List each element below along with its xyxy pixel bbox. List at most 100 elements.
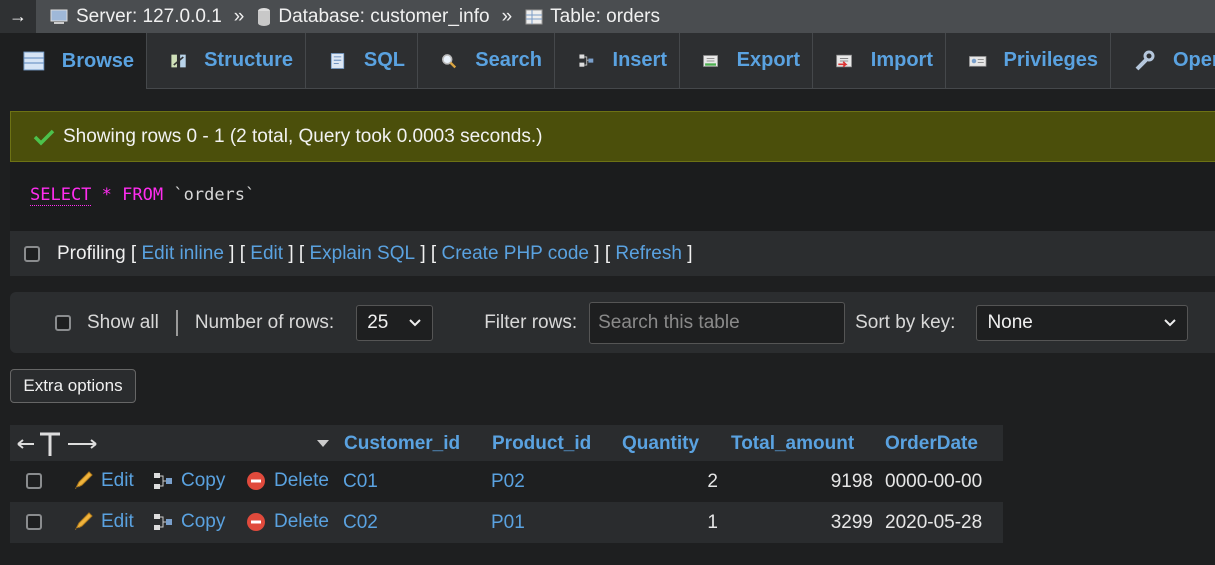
cell-total-amount: 9198 (830, 471, 873, 492)
tab-sql-label: SQL (363, 49, 405, 71)
breadcrumb-separator: » (501, 5, 513, 27)
copy-label: Copy (181, 470, 226, 491)
edit-inline-link[interactable]: Edit inline (142, 243, 224, 265)
table-row: Edit Copy Delete C01 P02 2 9198 0000-00-… (10, 461, 1003, 502)
tab-import[interactable]: Import (813, 33, 946, 88)
tab-browse[interactable]: Browse (0, 33, 147, 89)
tab-structure-label: Structure (204, 49, 293, 71)
browse-icon (23, 51, 45, 71)
copy-button[interactable]: Copy (152, 511, 225, 533)
cell-order-date: 0000-00-00 (885, 471, 983, 492)
refresh-link[interactable]: Refresh (615, 243, 682, 265)
filter-rows-label: Filter rows: (484, 311, 578, 333)
profiling-checkbox[interactable] (24, 245, 40, 262)
tab-operations-label: Opera (1173, 49, 1215, 71)
success-message: Showing rows 0 - 1 (2 total, Query took … (10, 111, 1215, 162)
cell-product-id[interactable]: P02 (491, 471, 525, 493)
tab-insert[interactable]: Insert (555, 33, 680, 88)
cell-customer-id[interactable]: C01 (343, 471, 378, 493)
delete-label: Delete (274, 511, 329, 532)
delete-button[interactable]: Delete (245, 470, 329, 492)
rows-select[interactable]: 25 (356, 304, 434, 341)
breadcrumb-server-label: Server: 127.0.0.1 (76, 5, 222, 27)
sort-by-key-label: Sort by key: (855, 311, 956, 333)
sql-keyword-select[interactable]: SELECT (30, 185, 92, 206)
navigation-bar: Show all Number of rows: 25 Filter rows:… (10, 292, 1215, 353)
filter-rows-input[interactable]: Search this table (589, 301, 846, 344)
tab-export[interactable]: Export (680, 33, 813, 88)
column-resize-icon[interactable] (16, 431, 98, 457)
delete-button[interactable]: Delete (245, 511, 329, 533)
table-icon (525, 9, 543, 24)
delete-icon (247, 513, 265, 531)
breadcrumb-database[interactable]: Database: customer_info (256, 6, 490, 28)
column-header-total-amount[interactable]: Total_amount (731, 433, 854, 455)
tab-browse-label: Browse (61, 49, 134, 72)
breadcrumb-table-label: Table: orders (550, 5, 660, 27)
extra-options-label: Extra options (23, 376, 123, 395)
edit-label: Edit (101, 511, 134, 532)
row-checkbox[interactable] (26, 514, 42, 530)
row-checkbox[interactable] (26, 473, 42, 489)
breadcrumb-table[interactable]: Table: orders (524, 6, 660, 28)
delete-label: Delete (274, 470, 329, 491)
column-header-orderdate[interactable]: OrderDate (885, 433, 978, 455)
column-header-customer-id[interactable]: Customer_id (344, 433, 460, 455)
tab-search[interactable]: Search (418, 33, 555, 88)
tab-operations[interactable]: Opera (1111, 33, 1215, 88)
pencil-icon (74, 471, 93, 490)
edit-link[interactable]: Edit (250, 243, 283, 265)
profiling-label: Profiling (57, 242, 126, 264)
cell-product-id[interactable]: P01 (491, 512, 525, 534)
tab-export-label: Export (736, 49, 800, 71)
sql-table-name: `orders` (173, 185, 256, 205)
copy-icon (154, 473, 172, 489)
search-icon (442, 53, 457, 68)
edit-label: Edit (101, 470, 134, 491)
breadcrumb: → Server: 127.0.0.1 » Database: customer… (0, 0, 1215, 33)
checkmark-icon (33, 129, 55, 145)
tab-import-label: Import (870, 49, 933, 71)
copy-button[interactable]: Copy (152, 470, 225, 492)
structure-icon (171, 54, 186, 67)
server-icon (50, 9, 68, 24)
edit-button[interactable]: Edit (72, 470, 134, 492)
export-icon (703, 54, 718, 67)
show-all-checkbox[interactable] (55, 314, 71, 331)
filter-rows-placeholder: Search this table (598, 311, 740, 333)
copy-label: Copy (181, 511, 226, 532)
table-header: Customer_id Product_id Quantity Total_am… (10, 425, 1003, 461)
table-row: Edit Copy Delete C02 P01 1 3299 2020-05-… (10, 502, 1003, 543)
extra-options-button[interactable]: Extra options (10, 369, 136, 403)
delete-icon (247, 472, 265, 490)
sort-by-key-value: None (987, 311, 1033, 333)
cell-total-amount: 3299 (830, 512, 873, 533)
sql-query: SELECT * FROM `orders` (30, 185, 256, 206)
rows-select-value: 25 (367, 311, 389, 333)
tab-search-label: Search (475, 49, 542, 71)
sort-by-key-select[interactable]: None (976, 304, 1189, 341)
tab-structure[interactable]: Structure (147, 33, 306, 88)
tab-sql[interactable]: SQL (306, 33, 418, 88)
sort-dropdown-icon[interactable] (316, 439, 330, 448)
breadcrumb-server[interactable]: Server: 127.0.0.1 (48, 6, 222, 28)
back-arrow-icon[interactable]: → (0, 0, 36, 33)
tab-privileges-label: Privileges (1003, 49, 1098, 71)
insert-icon (579, 53, 594, 67)
column-header-quantity[interactable]: Quantity (622, 433, 699, 455)
cell-quantity: 2 (707, 471, 718, 492)
chevron-down-icon (1164, 318, 1177, 326)
explain-sql-link[interactable]: Explain SQL (309, 243, 415, 265)
tab-insert-label: Insert (612, 49, 667, 71)
divider (175, 309, 178, 336)
copy-icon (154, 514, 172, 530)
show-all-label: Show all (87, 311, 159, 333)
sql-icon (330, 52, 345, 69)
tab-privileges[interactable]: Privileges (946, 33, 1111, 88)
privileges-icon (969, 55, 987, 67)
edit-button[interactable]: Edit (72, 511, 134, 533)
cell-customer-id[interactable]: C02 (343, 512, 378, 534)
column-header-product-id[interactable]: Product_id (492, 433, 591, 455)
create-php-code-link[interactable]: Create PHP code (441, 243, 589, 265)
database-icon (258, 7, 271, 26)
